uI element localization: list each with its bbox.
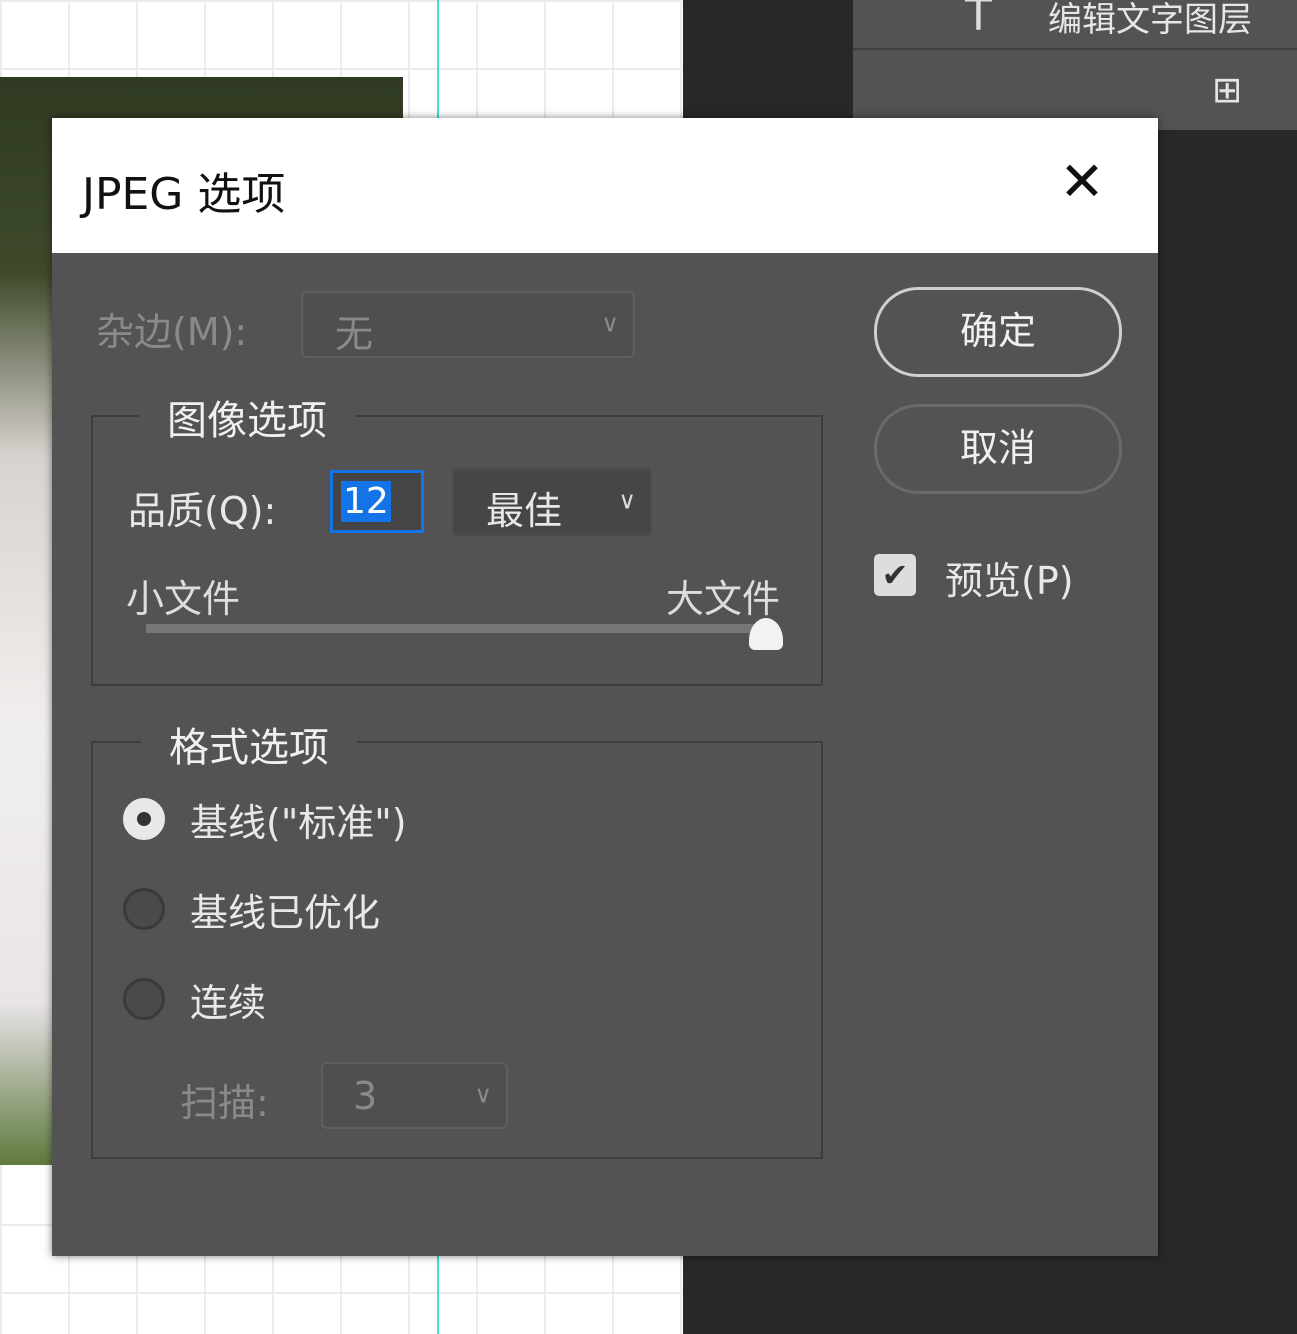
radio-button[interactable]: [123, 888, 165, 930]
cancel-button[interactable]: 取消: [874, 404, 1122, 494]
chevron-down-icon: ∨: [601, 309, 619, 338]
chevron-down-icon: ∨: [618, 486, 636, 515]
quality-input[interactable]: 12: [330, 470, 424, 533]
ok-button[interactable]: 确定: [874, 287, 1122, 377]
radio-button[interactable]: [123, 798, 165, 840]
radio-label[interactable]: 基线("标准"): [190, 792, 407, 847]
radio-button[interactable]: [123, 978, 165, 1020]
add-layer-icon[interactable]: ⊞: [1212, 70, 1242, 111]
quality-value: 12: [341, 481, 391, 522]
close-icon[interactable]: ✕: [1052, 152, 1112, 212]
scans-value: 3: [353, 1074, 378, 1118]
panel-divider: [853, 48, 1297, 50]
chevron-down-icon: ∨: [474, 1080, 492, 1109]
matte-label: 杂边(M):: [96, 310, 248, 354]
scans-select[interactable]: 3 ∨: [321, 1062, 508, 1129]
quality-label: 品质(Q):: [128, 489, 277, 533]
quality-preset-value: 最佳: [486, 489, 563, 533]
dialog-title: JPEG 选项: [82, 169, 286, 220]
matte-select[interactable]: 无 ∨: [301, 291, 635, 358]
image-options-legend: 图像选项: [139, 388, 355, 446]
jpeg-options-dialog: JPEG 选项 ✕ 杂边(M): 无 ∨ 图像选项 品质(Q): 12 最佳 ∨…: [52, 118, 1158, 1256]
radio-label[interactable]: 基线已优化: [190, 882, 380, 937]
preview-label[interactable]: 预览(P): [945, 550, 1074, 605]
image-options-group: [91, 415, 823, 686]
text-tool-icon: T: [965, 0, 992, 41]
scans-label: 扫描:: [180, 1081, 269, 1125]
large-file-label: 大文件: [666, 577, 781, 621]
format-options-legend: 格式选项: [141, 715, 357, 773]
small-file-label: 小文件: [126, 577, 241, 621]
quality-slider-track[interactable]: [146, 624, 766, 633]
title-bar: JPEG 选项 ✕: [52, 118, 1158, 253]
panel-text: 编辑文字图层: [1048, 0, 1252, 40]
checkmark-icon: ✔: [881, 556, 909, 594]
quality-preset-select[interactable]: 最佳 ∨: [452, 468, 652, 536]
matte-value: 无: [335, 312, 374, 356]
radio-label[interactable]: 连续: [190, 972, 266, 1027]
preview-checkbox[interactable]: ✔: [874, 554, 916, 596]
